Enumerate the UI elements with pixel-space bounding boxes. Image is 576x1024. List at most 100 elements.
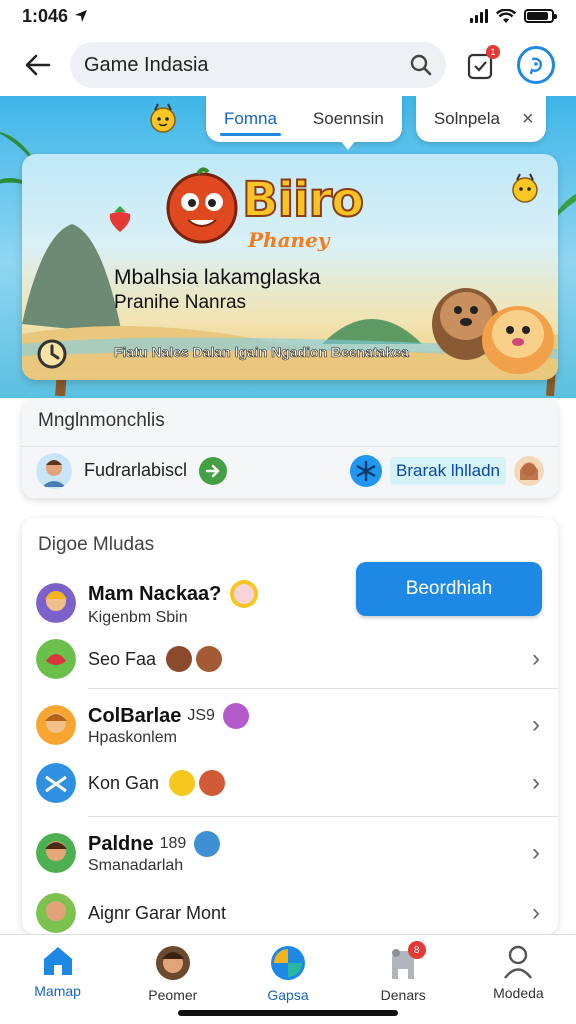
avatar — [36, 705, 76, 745]
bee-icon-right — [512, 173, 538, 203]
chevron-right-icon[interactable]: › — [532, 839, 540, 867]
banner-title: Mbalhsia lakamglaska — [114, 266, 321, 289]
banner-subtitle: Pranihe Nanras — [114, 292, 247, 313]
nav-item-home[interactable]: Mamap — [0, 935, 115, 1024]
nav-label: Gapsa — [267, 987, 309, 1003]
item-name: Paldne — [88, 832, 154, 855]
avatar — [36, 763, 76, 803]
search-bar[interactable] — [70, 42, 446, 88]
strawberry-icon — [109, 206, 131, 232]
back-arrow-icon — [25, 54, 51, 76]
nav-badge: 8 — [407, 941, 426, 959]
tab-group-main: Fomna Soennsin — [206, 96, 402, 142]
avatar — [36, 833, 76, 873]
quick-actions-card: Mnglnmonchlis Fudrarlabiscl Brarak lhlla… — [22, 400, 558, 498]
avatar-small — [199, 770, 226, 796]
tab-solnpela[interactable]: Solnpela — [416, 96, 518, 142]
item-extra: JS9 — [187, 707, 215, 724]
search-header: 1 — [0, 38, 576, 92]
notifications-button[interactable]: 1 — [458, 43, 502, 87]
quick-card-title: Mnglnmonchlis — [38, 410, 165, 431]
home-indicator — [178, 1010, 398, 1016]
mascot-logo-illustration — [166, 167, 238, 244]
nav-label: Denars — [380, 987, 426, 1003]
list-item[interactable]: Mam Nackaa? Kigenbm Sbin Beordhiah — [22, 562, 558, 632]
item-name: Mam Nackaa? — [88, 582, 222, 605]
puppy-characters-illustration — [432, 288, 554, 374]
promo-banner[interactable]: Biiro Phaney Mbalhsia lakamglaska Pranih… — [22, 154, 558, 380]
quick-link-label[interactable]: Fudrarlabiscl — [84, 460, 187, 481]
list-item[interactable]: Aignr Garar Mont › — [22, 888, 558, 934]
item-label: Kon Gan — [88, 772, 160, 793]
list-item[interactable]: ColBarlae JS9 Hpaskonlem › — [22, 698, 558, 752]
avatar — [36, 893, 76, 933]
list-item[interactable]: Kon Gan › — [22, 756, 558, 810]
list-title: Digoe Mludas — [38, 534, 155, 555]
break-label: Brarak lhlladn — [390, 456, 506, 485]
item-extra: 189 — [159, 835, 187, 852]
chevron-right-icon[interactable]: › — [532, 711, 540, 739]
item-label: Seo Faa — [88, 648, 157, 669]
home-icon — [43, 947, 72, 975]
tab-pointer — [340, 140, 356, 150]
clock-icon — [37, 339, 67, 369]
back-button[interactable] — [18, 45, 58, 85]
location-arrow-icon — [75, 10, 88, 22]
item-name: ColBarlae — [88, 704, 182, 727]
avatar-small — [222, 703, 249, 729]
item-subtitle: Smanadarlah — [88, 857, 184, 874]
wifi-icon — [496, 8, 516, 23]
nav-item-modeda[interactable]: Modeda — [461, 935, 576, 1024]
notification-badge: 1 — [486, 45, 500, 59]
status-time: 1:046 — [22, 5, 69, 26]
games-list-card: Digoe Mludas Mam Nackaa? Kigenbm Sbin Be… — [22, 518, 558, 934]
divider — [88, 816, 558, 817]
snowflake-icon — [350, 454, 383, 487]
list-item[interactable]: Paldne 189 Smanadarlah › — [22, 826, 558, 880]
nav-label: Mamap — [34, 983, 81, 999]
hero-tabs: Fomna Soennsin Solnpela × — [206, 96, 546, 142]
go-button[interactable] — [199, 456, 228, 485]
quick-action-row: Fudrarlabiscl Brarak lhlladn — [22, 446, 558, 494]
battery-icon — [524, 9, 557, 23]
avatar — [36, 583, 76, 623]
profile-icon — [517, 46, 555, 84]
list-item[interactable]: Seo Faa › — [22, 632, 558, 686]
avatar-small — [230, 580, 259, 608]
chevron-right-icon[interactable]: › — [532, 645, 540, 673]
tab-fomna[interactable]: Fomna — [206, 96, 295, 142]
chevron-right-icon[interactable]: › — [532, 899, 540, 927]
quick-right-group[interactable]: Brarak lhlladn — [350, 454, 544, 487]
divider — [88, 688, 558, 689]
avatar-small — [166, 646, 193, 672]
tab-group-secondary: Solnpela × — [415, 96, 546, 142]
bee-icon — [150, 103, 176, 133]
games-icon — [271, 946, 305, 980]
primary-action-button[interactable]: Beordhiah — [356, 562, 542, 616]
banner-logo-text: Biiro — [241, 171, 365, 229]
nav-label: Modeda — [493, 985, 544, 1001]
avatar — [36, 452, 72, 489]
chevron-right-icon[interactable]: › — [532, 769, 540, 797]
avatar — [514, 455, 544, 486]
item-label: Aignr Garar Mont — [88, 902, 227, 923]
banner-logo-subtext: Phaney — [248, 228, 330, 252]
avatar — [36, 639, 76, 679]
profile-button[interactable] — [514, 43, 558, 87]
search-input[interactable] — [84, 53, 410, 77]
item-subtitle: Hpaskonlem — [88, 729, 177, 746]
item-subtitle: Kigenbm Sbin — [88, 609, 188, 626]
arrow-right-icon — [205, 464, 220, 477]
status-bar: 1:046 — [0, 0, 576, 32]
nav-label: Peomer — [148, 987, 198, 1003]
person-icon — [504, 945, 533, 979]
avatar-small — [196, 646, 223, 672]
tab-soennsin[interactable]: Soennsin — [295, 96, 402, 142]
avatar-small — [194, 831, 221, 857]
hero-section: Fomna Soennsin Solnpela × Biiro Phaney M — [0, 96, 576, 398]
banner-footer-text: Fiatu Nales Dalan lgain Ngadion Beenatak… — [114, 344, 409, 361]
search-icon[interactable] — [410, 54, 432, 76]
bottom-navigation: Mamap Peomer Gapsa 8 Denars Modeda — [0, 934, 576, 1024]
close-icon[interactable]: × — [518, 108, 546, 131]
avatar-small — [169, 770, 196, 796]
